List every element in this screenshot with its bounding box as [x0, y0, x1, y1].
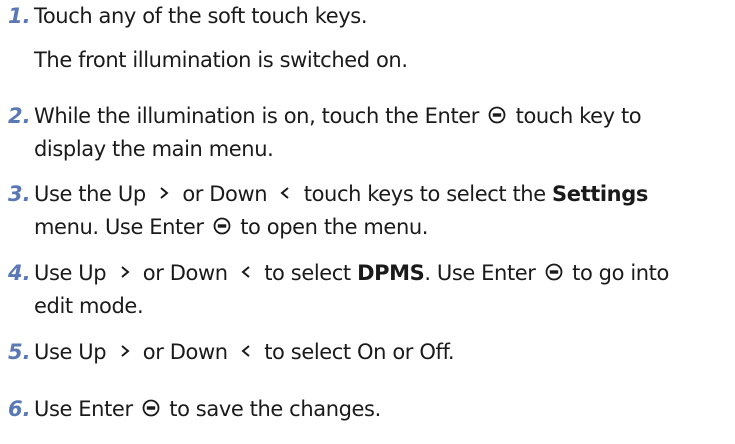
- step-text-line: Touch any of the soft touch keys.: [34, 4, 368, 28]
- step-number: 6.: [8, 397, 31, 421]
- step-text-part: Use the Up: [34, 182, 146, 206]
- step-number: 5.: [8, 340, 31, 364]
- chevron-left-icon: [280, 187, 290, 199]
- step-text-part: or Down: [142, 340, 228, 364]
- step-text-part: Use Up: [34, 261, 107, 285]
- step-text-part: to go into: [572, 261, 669, 285]
- step-number: 1.: [8, 4, 31, 28]
- step-text-part: or Down: [182, 182, 268, 206]
- enter-key-icon: [488, 106, 506, 124]
- step-text: Use the Up or Down touch keys to select …: [34, 178, 724, 244]
- step-text: While the illumination is on, touch the …: [34, 100, 724, 166]
- step-text-part: While the illumination is on, touch the …: [34, 104, 480, 128]
- chevron-right-icon: [160, 187, 169, 199]
- step-text-part: or Down: [142, 261, 228, 285]
- enter-key-icon: [213, 217, 231, 235]
- chevron-left-icon: [241, 345, 250, 357]
- step-text: Touch any of the soft touch keys.: [34, 0, 724, 33]
- step-number: 4.: [8, 261, 31, 285]
- step-text-part: to save the changes.: [169, 397, 381, 421]
- step-number: 2.: [8, 104, 31, 128]
- step-number: 3.: [8, 182, 31, 206]
- step-text: Use Up or Down to select DPMS. Use Enter…: [34, 257, 724, 323]
- step-text: Use Up or Down to select On or Off.: [34, 336, 724, 369]
- step-text-part: menu. Use Enter: [34, 215, 204, 239]
- step-text-part: touch keys to select the: [303, 182, 546, 206]
- step-text-part: . Use Enter: [424, 261, 536, 285]
- step-text-part: touch key to: [515, 104, 642, 128]
- step-text-part: Use Up: [34, 340, 107, 364]
- step-text: Use Enter to save the changes.: [34, 393, 724, 426]
- step-text-part: edit mode.: [34, 294, 144, 318]
- step-text-part: Use Enter: [34, 397, 133, 421]
- step-text-part: to select On or Off.: [264, 340, 455, 364]
- menu-name-dpms: DPMS: [357, 261, 425, 285]
- step-text-part: to select: [264, 261, 351, 285]
- chevron-right-icon: [120, 345, 130, 357]
- chevron-left-icon: [241, 266, 250, 278]
- chevron-right-icon: [120, 266, 130, 278]
- enter-key-icon: [142, 399, 160, 417]
- menu-name-settings: Settings: [552, 182, 648, 206]
- enter-key-icon: [545, 263, 563, 281]
- step-result: The front illumination is switched on.: [34, 44, 408, 77]
- step-result-text: The front illumination is switched on.: [34, 48, 408, 72]
- step-text-part: to open the menu.: [240, 215, 429, 239]
- step-text-part: display the main menu.: [34, 137, 274, 161]
- instruction-steps: 1. Touch any of the soft touch keys. The…: [0, 0, 735, 444]
